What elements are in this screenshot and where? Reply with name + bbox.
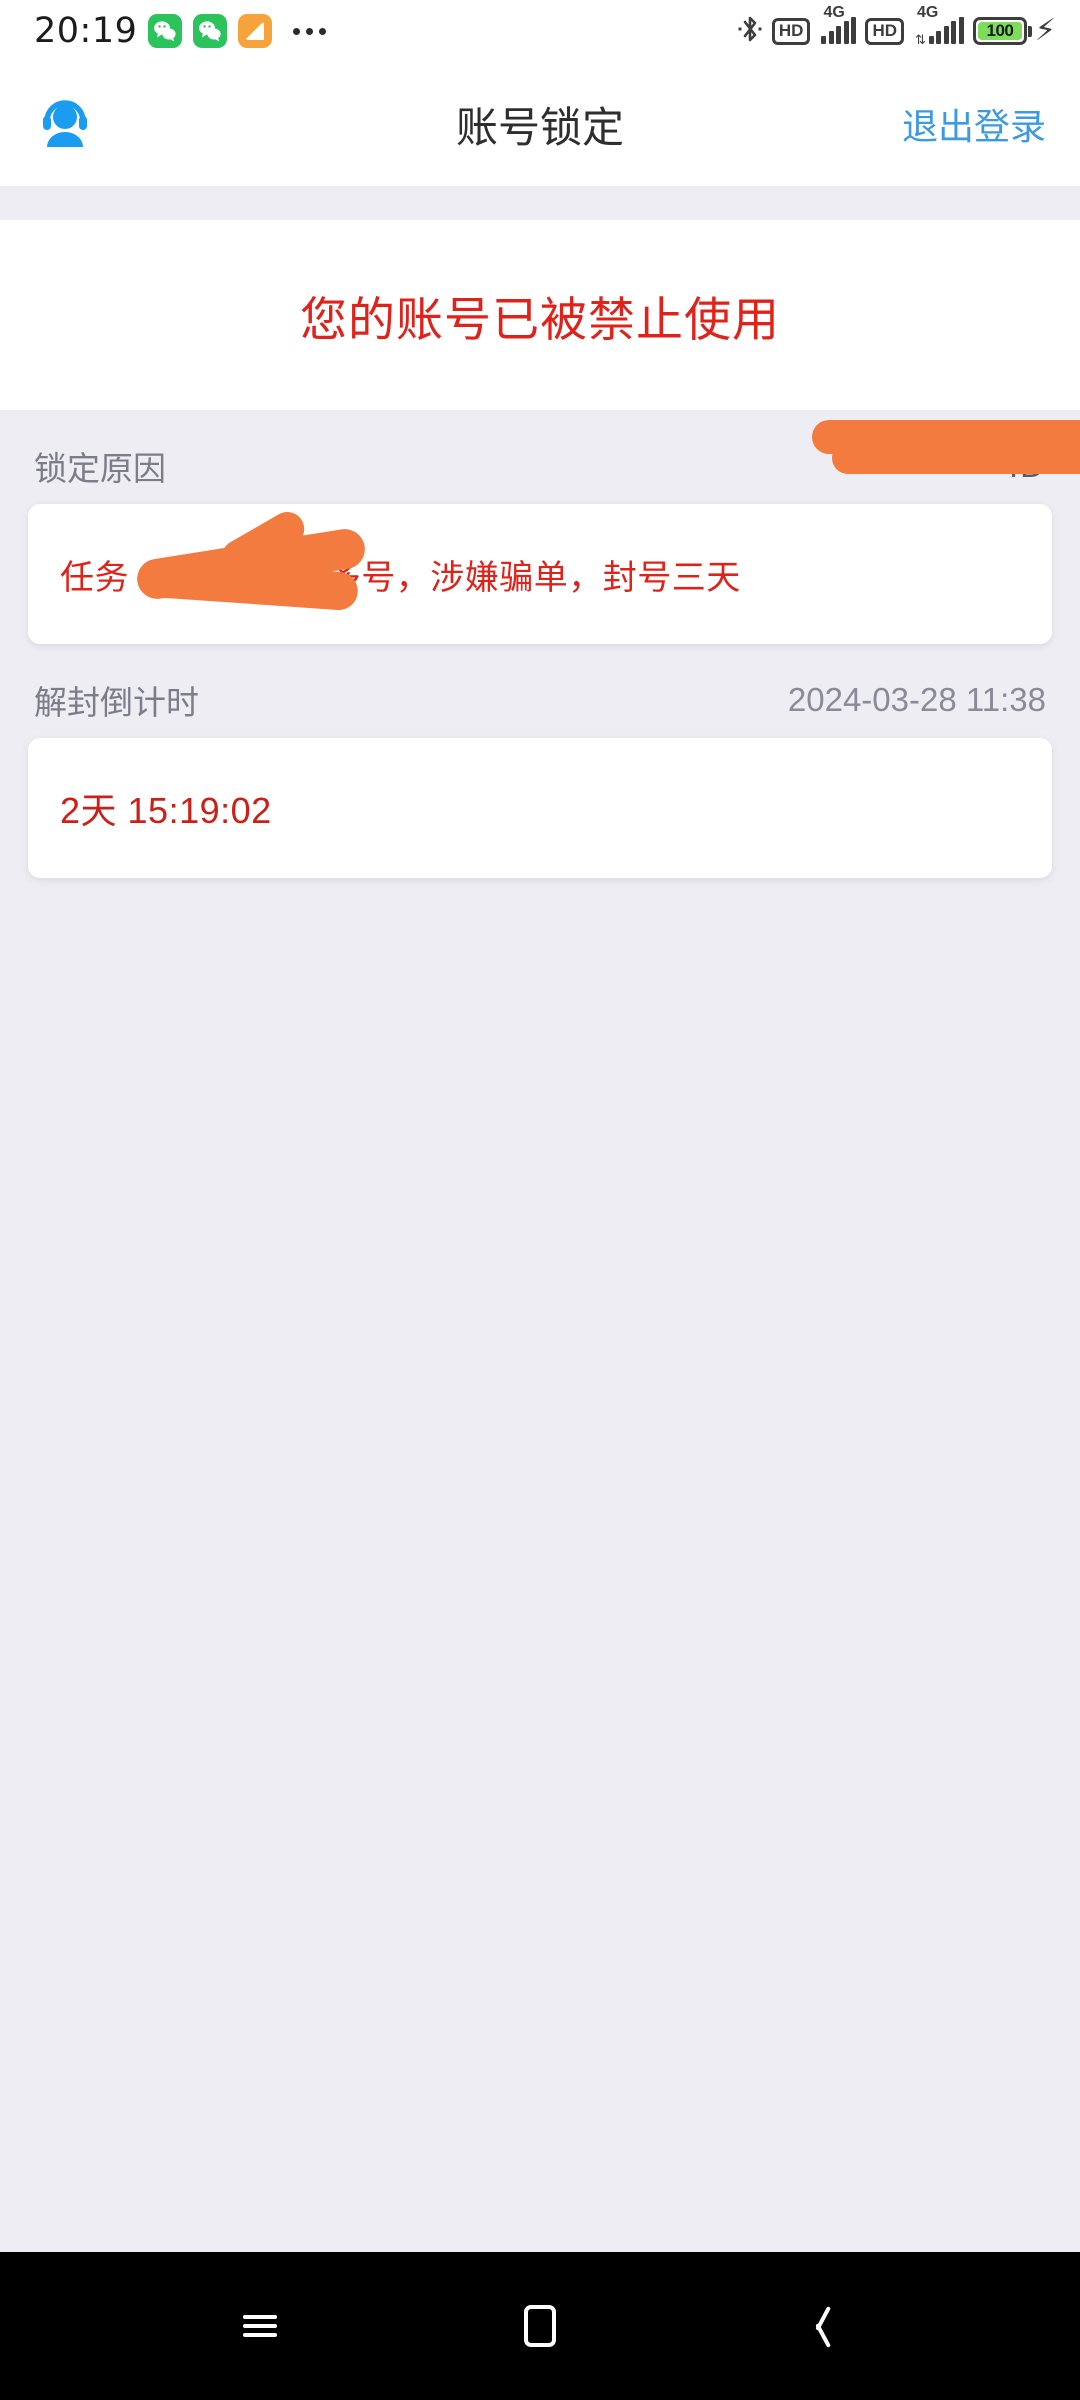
status-bar: 20:19 HD 4G HD 4G ⇅ 100 ⚡ [0,0,1080,62]
reason-account-id: ID [1009,447,1046,484]
orange-note-icon [238,14,273,48]
home-button[interactable] [480,2276,600,2376]
reason-label: 锁定原因 [34,450,166,487]
hd-badge-sim1: HD [771,17,811,45]
logout-button[interactable]: 退出登录 [902,98,1046,150]
release-datetime: 2024-03-28 11:38 [787,681,1046,718]
header-divider [0,186,1080,220]
countdown-label: 解封倒计时 [34,684,199,721]
ban-banner: 您的账号已被禁止使用 [0,220,1080,410]
reason-section-header: 锁定原因 ID [0,410,1080,504]
countdown-card: 2天 15:19:02 [28,738,1052,878]
recents-button[interactable] [200,2276,320,2376]
support-agent-icon[interactable] [34,91,96,158]
more-apps-dots-icon [293,27,327,35]
network-type-sim2: 4G [917,4,939,21]
ban-banner-message: 您的账号已被禁止使用 [300,292,780,346]
wechat-icon [148,14,183,48]
back-icon [807,2305,833,2347]
reason-text: 任务 1050-2 一人多号，涉嫌骗单，封号三天 [60,558,741,597]
countdown-section-header: 解封倒计时 2024-03-28 11:38 [0,644,1080,738]
charging-bolt-icon: ⚡ [1034,14,1056,47]
wechat-icon [193,14,228,48]
countdown-remaining: 2天 15:19:02 [60,790,272,831]
network-type-sim1: 4G [823,4,845,21]
battery-icon: 100 ⚡ [972,14,1056,47]
status-bar-left: 20:19 [34,11,737,51]
recents-icon [243,2310,277,2342]
system-navigation-bar [0,2252,1080,2400]
status-clock: 20:19 [34,11,138,51]
reason-card: 任务 1050-2 一人多号，涉嫌骗单，封号三天 [28,504,1052,644]
back-button[interactable] [760,2276,880,2376]
status-bar-right: HD 4G HD 4G ⇅ 100 ⚡ [737,4,1056,50]
bluetooth-icon [737,13,763,50]
battery-level: 100 [977,21,1022,40]
app-header: 账号锁定 退出登录 [0,62,1080,186]
home-icon [524,2305,556,2347]
hd-badge-sim2: HD [865,17,905,45]
signal-icon-sim1: 4G [819,4,857,44]
signal-icon-sim2: 4G ⇅ [913,4,964,46]
